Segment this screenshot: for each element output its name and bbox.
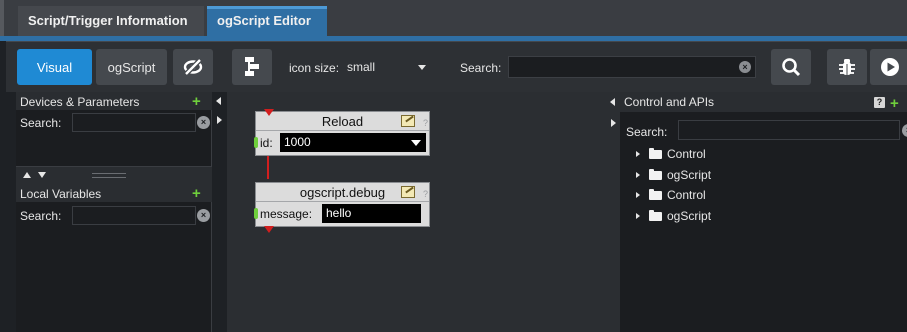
block-header: ogscript.debug ?: [256, 183, 429, 202]
panel-splitter[interactable]: [16, 166, 212, 184]
bug-icon: [839, 59, 855, 75]
edit-icon[interactable]: [401, 186, 415, 198]
block-param-row: id: 1000: [254, 131, 429, 155]
id-select-value: 1000: [284, 135, 311, 149]
block-title: Reload: [321, 114, 364, 129]
message-field-value: hello: [326, 206, 352, 220]
add-device-parameter-icon[interactable]: +: [192, 94, 201, 109]
collapse-down-icon[interactable]: [38, 172, 46, 178]
debug-button[interactable]: [827, 49, 867, 85]
tree-item-label: ogScript: [667, 209, 712, 223]
search-icon: [782, 58, 801, 77]
ogscript-debug-block[interactable]: ogscript.debug ? message: hello: [254, 182, 430, 233]
add-api-icon[interactable]: +: [890, 96, 899, 111]
param-label: id:: [260, 136, 273, 150]
collapse-left-icon[interactable]: [610, 98, 615, 106]
icon-size-label: icon size:: [289, 61, 340, 75]
clear-local-variables-search-icon[interactable]: ×: [197, 209, 210, 222]
expand-right-icon[interactable]: [217, 116, 222, 124]
play-icon: [881, 58, 899, 76]
flow-layout-button[interactable]: [232, 49, 272, 85]
apis-search-input[interactable]: [678, 120, 900, 140]
tree-item-label: Control: [667, 188, 706, 202]
tab-script-trigger-information[interactable]: Script/Trigger Information: [18, 6, 204, 36]
devices-search-row: Search: ×: [16, 112, 212, 132]
editor-toolbar: Visual ogScript icon size: small Search:…: [6, 41, 907, 92]
search-label: Search:: [460, 61, 502, 75]
reload-block[interactable]: Reload ? id: 1000: [254, 109, 430, 156]
find-button[interactable]: [771, 49, 811, 85]
devices-search-input[interactable]: [72, 113, 196, 132]
eye-slash-icon: [183, 58, 203, 76]
id-select[interactable]: 1000: [280, 133, 426, 152]
right-panel-collapse-controls: [605, 92, 620, 332]
expand-right-icon[interactable]: [611, 119, 616, 127]
block-output-notch: [264, 226, 274, 233]
hide-toggle-button[interactable]: [173, 49, 213, 85]
block-title: ogscript.debug: [299, 185, 386, 200]
run-button[interactable]: [870, 49, 907, 85]
tabbar-edge: [0, 0, 4, 41]
editor-tabbar: Script/Trigger Information ogScript Edit…: [0, 0, 907, 41]
ogscript-mode-button[interactable]: ogScript: [96, 49, 167, 85]
folder-icon: [649, 147, 662, 159]
tree-item-control[interactable]: Control: [636, 186, 706, 204]
tree-item-ogscript[interactable]: ogScript: [636, 207, 711, 225]
devices-search-label: Search:: [20, 116, 62, 130]
folder-icon: [649, 168, 662, 180]
block-header: Reload ?: [256, 112, 429, 131]
control-and-apis-panel: Control and APIs ? + Search: × Control o…: [620, 92, 907, 332]
local-variables-search-input[interactable]: [72, 206, 196, 225]
left-panel: Devices & Parameters + Search: × Local V…: [16, 92, 212, 332]
clear-search-icon[interactable]: ×: [739, 61, 751, 73]
expand-arrow-icon[interactable]: [636, 213, 640, 219]
visual-script-canvas[interactable]: Reload ? id: 1000 ogscript.debug ? messa…: [227, 92, 605, 332]
param-port-icon: [254, 208, 258, 219]
tree-item-ogscript[interactable]: ogScript: [636, 166, 711, 184]
folder-icon: [649, 188, 662, 200]
chevron-down-icon: [418, 65, 426, 70]
icon-size-select[interactable]: small: [347, 57, 429, 77]
local-variables-search-label: Search:: [20, 209, 62, 223]
control-and-apis-title: Control and APIs: [624, 95, 715, 109]
clear-devices-search-icon[interactable]: ×: [197, 116, 210, 129]
tree-item-control[interactable]: Control: [636, 145, 706, 163]
visual-mode-button[interactable]: Visual: [17, 49, 92, 85]
tree-item-label: Control: [667, 147, 706, 161]
clear-apis-search-icon[interactable]: ×: [902, 124, 907, 137]
local-variables-search-row: Search: ×: [16, 205, 212, 225]
expand-up-icon[interactable]: [23, 172, 31, 178]
tab-ogscript-editor[interactable]: ogScript Editor: [207, 6, 327, 36]
param-label: message:: [260, 207, 313, 221]
icon-size-value: small: [347, 60, 376, 74]
param-port-icon: [254, 137, 258, 148]
expand-arrow-icon[interactable]: [636, 151, 640, 157]
search-input[interactable]: ×: [508, 56, 756, 78]
tree-item-label: ogScript: [667, 168, 712, 182]
local-variables-title: Local Variables: [20, 187, 102, 201]
add-local-variable-icon[interactable]: +: [192, 186, 201, 201]
chevron-down-icon: [411, 140, 421, 146]
expand-arrow-icon[interactable]: [636, 192, 640, 198]
block-connector: [267, 156, 269, 179]
control-and-apis-header: Control and APIs ? +: [620, 92, 907, 112]
devices-parameters-title: Devices & Parameters: [20, 95, 140, 109]
block-param-row: message: hello: [254, 202, 429, 226]
edit-icon[interactable]: [401, 115, 415, 127]
flowchart-icon: [245, 57, 259, 76]
expand-arrow-icon[interactable]: [636, 172, 640, 178]
local-variables-header: Local Variables +: [16, 184, 212, 202]
help-icon[interactable]: ?: [874, 97, 885, 108]
left-panel-collapse-controls: [212, 92, 227, 132]
folder-icon: [649, 209, 662, 221]
devices-parameters-header: Devices & Parameters +: [16, 92, 212, 110]
collapse-left-icon[interactable]: [216, 97, 221, 105]
splitter-grip-icon[interactable]: [92, 173, 126, 178]
apis-search-label: Search:: [626, 125, 668, 139]
message-field[interactable]: hello: [322, 204, 421, 223]
